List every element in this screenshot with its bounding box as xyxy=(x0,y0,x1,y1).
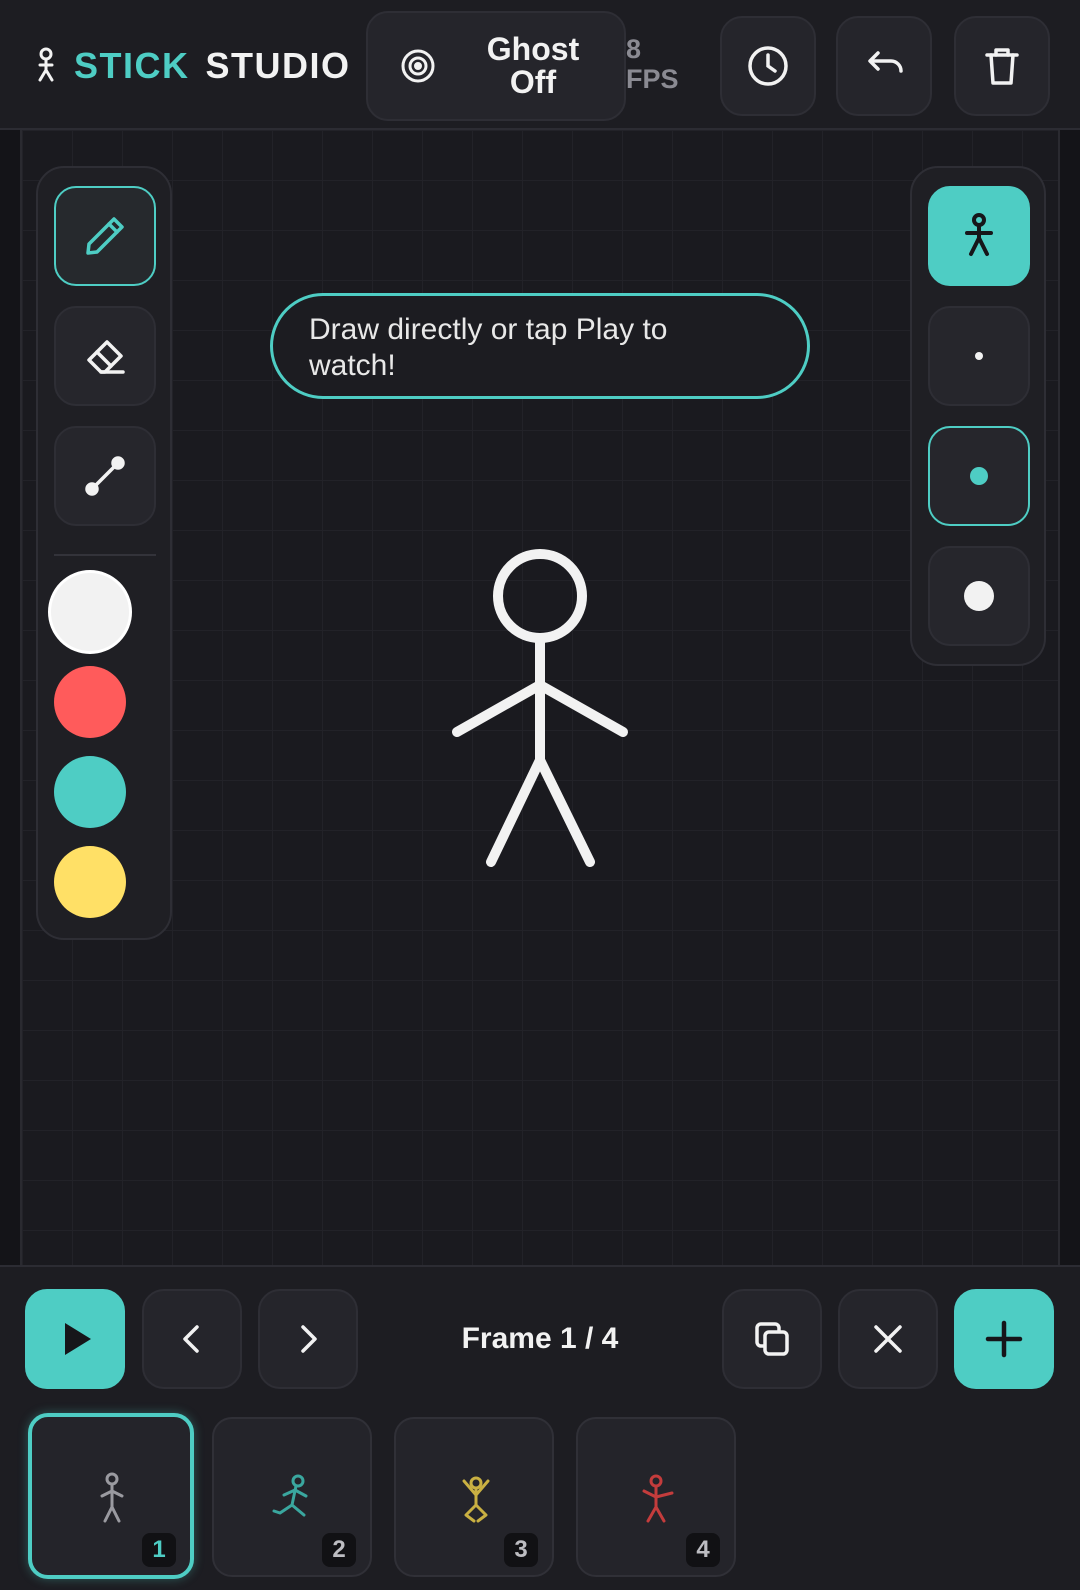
duplicate-icon xyxy=(755,1322,789,1356)
line-tool-button[interactable] xyxy=(54,426,156,526)
stick-figure-icon xyxy=(965,213,993,256)
pencil-icon xyxy=(86,217,124,255)
clear-button[interactable] xyxy=(954,16,1050,116)
duplicate-frame-button[interactable] xyxy=(722,1289,822,1389)
frame-number-badge: 1 xyxy=(142,1533,176,1567)
jumping-figure-icon xyxy=(462,1476,490,1523)
next-frame-button[interactable] xyxy=(258,1289,358,1389)
pencil-tool-button[interactable] xyxy=(54,186,156,286)
line-tool-icon xyxy=(85,456,125,496)
stick-figure-icon xyxy=(38,47,54,82)
stick-figure-drawing xyxy=(452,549,628,867)
large-dot-icon xyxy=(964,581,994,611)
waving-figure-icon xyxy=(642,1474,674,1523)
stick-figure-icon xyxy=(100,1472,124,1523)
close-icon xyxy=(874,1325,902,1353)
eraser-tool-button[interactable] xyxy=(54,306,156,406)
tool-panel xyxy=(36,166,172,940)
fps-unit: FPS xyxy=(626,64,679,94)
eraser-icon xyxy=(87,340,125,374)
undo-button[interactable] xyxy=(836,16,932,116)
brand-title-stick: STICK xyxy=(74,45,190,86)
speed-button[interactable] xyxy=(720,16,816,116)
fps-indicator: 8 FPS xyxy=(626,34,679,94)
brush-size-large-button[interactable] xyxy=(928,546,1030,646)
chevron-left-icon xyxy=(183,1325,199,1353)
brand: STICK STUDIO xyxy=(32,44,351,88)
top-bar: STICK STUDIO Ghost Off 8 FPS xyxy=(0,0,1080,130)
previous-frame-button[interactable] xyxy=(142,1289,242,1389)
frame-counter: Frame 1 / 4 xyxy=(461,1322,619,1355)
brush-size-panel xyxy=(910,166,1046,666)
running-figure-icon xyxy=(272,1474,308,1517)
frame-number-badge: 2 xyxy=(322,1533,356,1567)
chevron-right-icon xyxy=(301,1325,317,1353)
play-button[interactable] xyxy=(25,1289,125,1389)
ghost-label-line1: Ghost xyxy=(486,31,580,67)
color-swatch-teal[interactable] xyxy=(54,756,126,828)
target-icon xyxy=(401,49,435,83)
tool-divider xyxy=(54,554,156,556)
small-dot-icon xyxy=(975,352,983,360)
frame-number-badge: 3 xyxy=(504,1533,538,1567)
delete-frame-button[interactable] xyxy=(838,1289,938,1389)
frame-thumbnail-4[interactable]: 4 xyxy=(576,1417,736,1577)
ghost-label-line2: Off xyxy=(509,64,557,100)
plus-icon xyxy=(985,1320,1023,1358)
brand-title-studio: STUDIO xyxy=(205,45,351,86)
medium-dot-icon xyxy=(970,467,988,485)
frame-number-badge: 4 xyxy=(686,1533,720,1567)
frame-thumbnail-3[interactable]: 3 xyxy=(394,1417,554,1577)
color-swatch-yellow[interactable] xyxy=(54,846,126,918)
frame-thumbnail-1[interactable]: 1 xyxy=(28,1413,194,1579)
add-frame-button[interactable] xyxy=(954,1289,1054,1389)
frame-thumbnail-2[interactable]: 2 xyxy=(212,1417,372,1577)
brush-size-medium-button[interactable] xyxy=(928,426,1030,526)
stick-figure-mode-button[interactable] xyxy=(928,186,1030,286)
brush-size-small-button[interactable] xyxy=(928,306,1030,406)
undo-icon xyxy=(868,51,903,73)
timeline-bar: Frame 1 / 4 1 2 3 4 xyxy=(0,1265,1080,1590)
hint-text-line2: watch! xyxy=(309,349,396,382)
fps-value: 8 xyxy=(626,34,642,64)
color-swatch-white[interactable] xyxy=(48,570,132,654)
clock-icon xyxy=(748,46,788,86)
ghost-toggle-label: Ghost Off xyxy=(458,33,608,99)
color-swatch-red[interactable] xyxy=(54,666,126,738)
hint-text-line1: Draw directly or tap Play to xyxy=(309,313,668,346)
hint-tooltip: Draw directly or tap Play to watch! xyxy=(270,293,810,399)
play-icon xyxy=(65,1323,91,1355)
ghost-toggle-button[interactable]: Ghost Off xyxy=(366,11,626,121)
trash-icon xyxy=(985,48,1019,85)
